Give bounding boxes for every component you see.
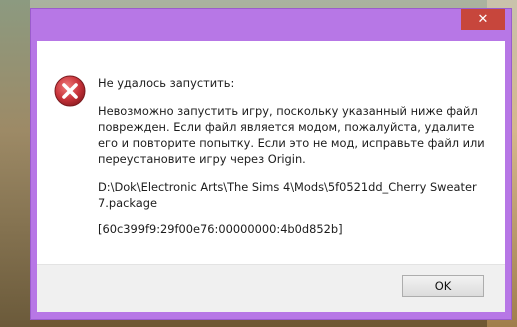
error-dialog-window: ✕ Не удалось запустить: Невозможно запус… [30, 8, 512, 320]
close-icon: ✕ [477, 12, 489, 27]
error-message: Невозможно запустить игру, поскольку ука… [98, 104, 485, 166]
error-code: [60c399f9:29f00e76:00000000:4b0d852b] [98, 222, 343, 236]
error-icon [54, 75, 86, 107]
close-button[interactable]: ✕ [461, 9, 505, 30]
error-heading: Не удалось запустить: [98, 76, 235, 90]
desktop-background-left [0, 0, 30, 327]
dialog-client-area: Не удалось запустить: Невозможно запусти… [37, 41, 505, 312]
dialog-footer: OK [37, 264, 505, 312]
dialog-content: Не удалось запустить: Невозможно запусти… [37, 41, 505, 266]
title-bar[interactable] [31, 9, 511, 41]
message-block: Не удалось запустить: Невозможно запусти… [98, 75, 485, 237]
ok-button[interactable]: OK [402, 275, 484, 297]
file-path: D:\Dok\Electronic Arts\The Sims 4\Mods\5… [98, 180, 477, 210]
